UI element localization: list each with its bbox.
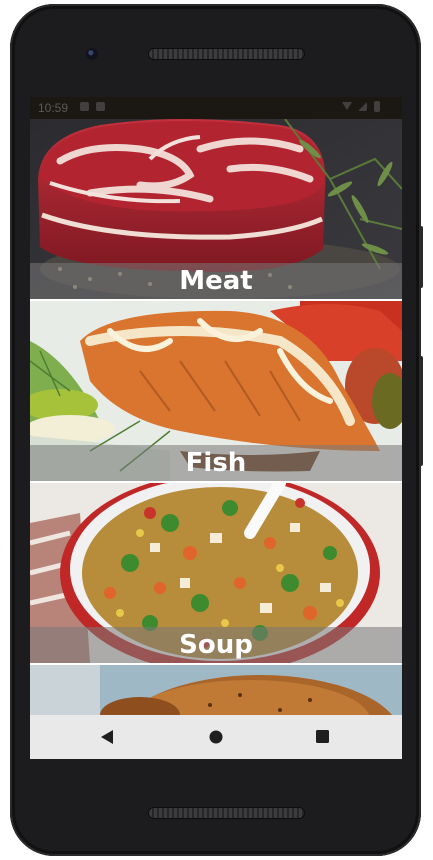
bottom-speaker	[149, 808, 304, 818]
category-label: Soup	[179, 630, 253, 660]
category-list[interactable]: Meat Fish Soup	[30, 119, 402, 715]
category-label: Fish	[185, 448, 247, 478]
recents-icon	[316, 730, 329, 743]
category-card-chicken[interactable]	[30, 665, 402, 715]
home-icon	[209, 730, 223, 744]
volume-button	[419, 356, 423, 466]
category-card-meat[interactable]: Meat	[30, 119, 402, 299]
recents-button[interactable]	[293, 715, 353, 759]
signal-icon	[358, 102, 367, 111]
device-screen: 10:59 Meat Fish Soup	[30, 97, 402, 759]
power-button	[419, 226, 423, 288]
back-icon	[101, 730, 113, 744]
category-card-soup[interactable]: Soup	[30, 483, 402, 663]
notification-icon	[96, 102, 105, 111]
status-bar: 10:59	[30, 97, 402, 119]
battery-icon	[374, 101, 380, 112]
home-button[interactable]	[186, 715, 246, 759]
status-time: 10:59	[38, 101, 69, 115]
category-card-fish[interactable]: Fish	[30, 301, 402, 481]
chicken-image	[30, 665, 402, 715]
settings-icon	[80, 102, 89, 111]
navigation-bar	[30, 715, 402, 759]
category-label: Meat	[179, 266, 253, 296]
wifi-icon	[342, 102, 352, 110]
back-button[interactable]	[77, 715, 137, 759]
front-camera	[86, 48, 98, 60]
top-speaker	[149, 49, 304, 59]
